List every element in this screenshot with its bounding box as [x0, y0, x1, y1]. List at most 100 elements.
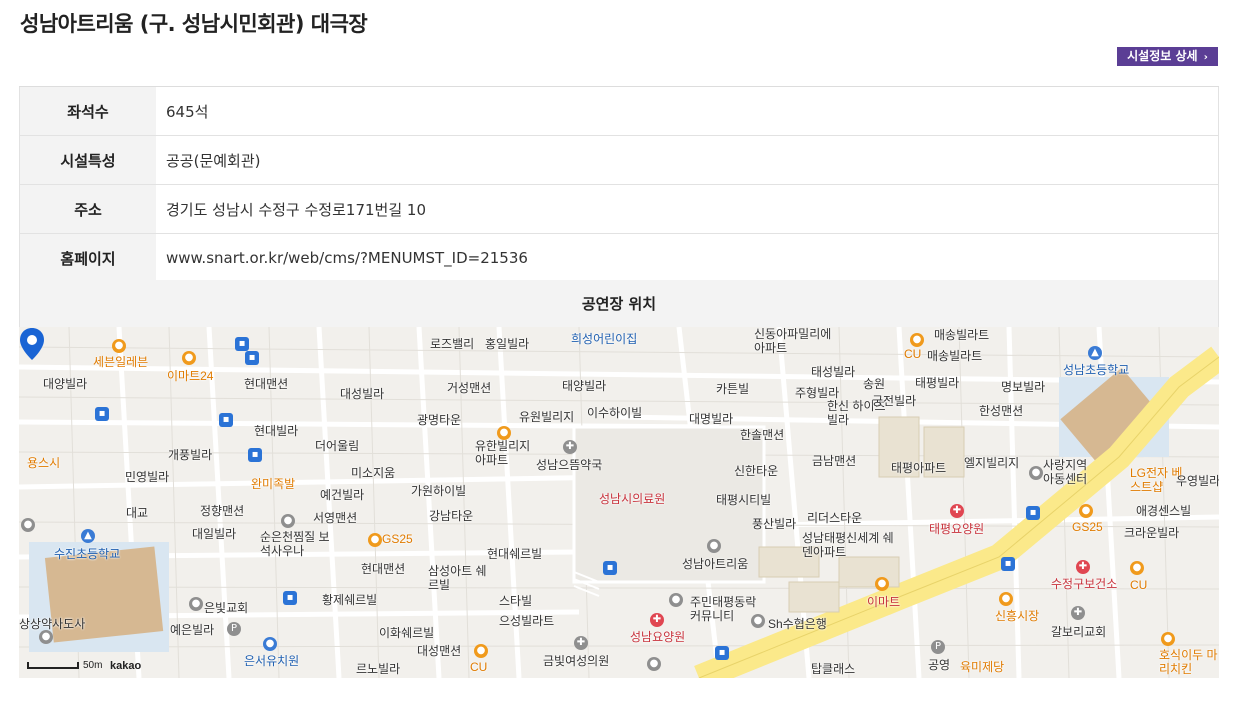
map-label[interactable]: 대일빌라 [192, 525, 236, 542]
map-label[interactable]: 용스시 [27, 454, 60, 471]
map-label[interactable]: 더어울림 [315, 437, 359, 454]
map-label[interactable]: 갈보리교회 [1051, 623, 1106, 640]
homepage-link[interactable]: www.snart.or.kr/web/cms/?MENUMST_ID=2153… [156, 234, 1219, 282]
church-icon[interactable]: ● [189, 597, 203, 611]
map-label[interactable]: 태평빌라 [915, 374, 959, 391]
map-label[interactable]: 이화쉐르빌 [379, 624, 434, 641]
place-icon[interactable]: ● [647, 657, 661, 671]
restaurant-icon[interactable]: ● [1161, 632, 1175, 646]
clinic-icon[interactable]: ✚ [574, 636, 588, 650]
bus-stop-icon[interactable]: ▪ [715, 646, 729, 660]
map-label[interactable]: 거성맨션 [447, 379, 491, 396]
map-view[interactable]: 세븐일레븐 이마트24 현대맨션 대양빌라 대성빌라 거성맨션 태양빌라 카튼빌… [19, 327, 1219, 678]
church-icon[interactable]: ✚ [1071, 606, 1085, 620]
map-label[interactable]: 사랑지역 아동센터 [1043, 458, 1098, 486]
map-label[interactable]: 성남초등학교 [1063, 361, 1129, 378]
bus-stop-icon[interactable]: ▪ [219, 413, 233, 427]
map-label[interactable]: 수진초등학교 [54, 545, 120, 562]
market-icon[interactable]: ● [999, 592, 1013, 606]
map-label[interactable]: 매송빌라트 [934, 327, 989, 343]
map-label[interactable]: 이마트24 [167, 367, 213, 384]
facility-detail-button[interactable]: 시설정보 상세 › [1117, 47, 1218, 66]
map-label[interactable]: 성남시의료원 [599, 490, 665, 507]
map-label[interactable]: 순은천찜질 보석사우나 [260, 530, 335, 558]
map-label[interactable]: 개풍빌라 [168, 446, 212, 463]
map-label[interactable]: 대성맨션 [417, 642, 461, 659]
hospital-icon[interactable]: ✚ [650, 613, 664, 627]
map-label[interactable]: 으성빌라트 [499, 612, 554, 629]
map-label[interactable]: GS25 [382, 532, 413, 546]
hospital-icon[interactable]: ✚ [1076, 560, 1090, 574]
map-label[interactable]: 황제쉐르빌 [322, 591, 377, 608]
map-label[interactable]: 예은빌라 [170, 621, 214, 638]
map-label[interactable]: 카튼빌 [716, 380, 749, 397]
map-label[interactable]: 육미제당 [960, 658, 1004, 675]
map-label[interactable]: 태평시티빌 [716, 491, 771, 508]
map-label[interactable]: 이수하이빌 [587, 404, 642, 421]
map-label[interactable]: 신동아파밀리에 아파트 [754, 327, 844, 355]
map-label[interactable]: 금빛여성의원 [543, 652, 609, 669]
map-label[interactable]: 대성빌라 [340, 385, 384, 402]
community-center-icon[interactable]: ● [669, 593, 683, 607]
map-label[interactable]: 홍일빌라 [485, 335, 529, 352]
map-label[interactable]: 성남으뜸약국 [536, 456, 602, 473]
map-label[interactable]: 상상약사도사 [19, 615, 85, 632]
map-label[interactable]: 금남맨션 [812, 452, 856, 469]
mart-icon[interactable]: ● [875, 577, 889, 591]
map-label[interactable]: CU [470, 660, 487, 674]
convenience-store-icon[interactable]: ● [112, 339, 126, 353]
map-label[interactable]: 현대쉐르빌 [487, 545, 542, 562]
map-label[interactable]: 은서유치원 [244, 652, 299, 669]
map-label[interactable]: 성남아트리움 [682, 555, 748, 572]
school-icon[interactable]: ● [21, 518, 35, 532]
map-label[interactable]: 우영빌라 [1176, 472, 1219, 489]
map-label[interactable]: 성남태평신세계 쉐덴아파트 [802, 531, 897, 559]
map-label[interactable]: 현대빌라 [254, 422, 298, 439]
map-label[interactable]: 성남요양원 [630, 628, 685, 645]
map-label[interactable]: CU [904, 347, 921, 361]
convenience-store-icon[interactable]: ● [474, 644, 488, 658]
bus-stop-icon[interactable]: ▪ [95, 407, 109, 421]
sauna-icon[interactable]: ● [281, 514, 295, 528]
school-icon[interactable]: ▲ [1088, 346, 1102, 360]
convenience-store-icon[interactable]: ● [182, 351, 196, 365]
map-label[interactable]: 대교 [126, 504, 148, 521]
map-label[interactable]: 수정구보건소 [1051, 575, 1117, 592]
map-label[interactable]: Sh수협은행 [768, 615, 827, 632]
map-label[interactable]: 현대맨션 [361, 560, 405, 577]
convenience-store-icon[interactable]: ● [368, 533, 382, 547]
map-label[interactable]: 애경센스빌 [1136, 502, 1191, 519]
pharmacy-icon[interactable]: ● [39, 630, 53, 644]
map-label[interactable]: 매송빌라트 [927, 347, 982, 364]
map-label[interactable]: 공영 [928, 656, 950, 673]
map-label[interactable]: 세븐일레븐 [93, 353, 148, 370]
parking-icon[interactable]: P [227, 622, 241, 636]
map-label[interactable]: 르노빌라 [356, 660, 400, 677]
map-label[interactable]: 예건빌라 [320, 486, 364, 503]
map-label[interactable]: 완미족발 [251, 475, 295, 492]
map-label[interactable]: 희성어린이집 [571, 330, 637, 347]
map-label[interactable]: 리더스타운 [807, 509, 862, 526]
map-label[interactable]: 광명타운 [417, 411, 461, 428]
map-label[interactable]: 명보빌라 [1001, 378, 1045, 395]
map-label[interactable]: 스타빌 [499, 592, 532, 609]
map-label[interactable]: 이마트 [867, 593, 900, 610]
map-label[interactable]: 정향맨션 [200, 502, 244, 519]
pharmacy-icon[interactable]: ✚ [563, 440, 577, 454]
map-label[interactable]: 강남타운 [429, 507, 473, 524]
map-label[interactable]: 유한빌리지 아파트 [475, 439, 535, 467]
map-label[interactable]: 현대맨션 [244, 375, 288, 392]
map-label[interactable]: 태평요양원 [929, 520, 984, 537]
convenience-store-icon[interactable]: ● [1130, 561, 1144, 575]
map-label[interactable]: 민영빌라 [125, 468, 169, 485]
bank-icon[interactable]: ● [751, 614, 765, 628]
bus-stop-icon[interactable]: ▪ [603, 561, 617, 575]
convenience-store-icon[interactable]: ● [1079, 504, 1093, 518]
map-label[interactable]: 호식이두 마리치킨 [1159, 648, 1219, 676]
apartment-icon[interactable]: ● [497, 426, 511, 440]
map-label[interactable]: 크라운빌라 [1124, 524, 1179, 541]
map-label[interactable]: 풍산빌라 [752, 515, 796, 532]
map-label[interactable]: 은빛교회 [204, 599, 248, 616]
map-label[interactable]: 송원 [863, 375, 885, 392]
map-label[interactable]: 궁전빌라 [872, 392, 916, 409]
